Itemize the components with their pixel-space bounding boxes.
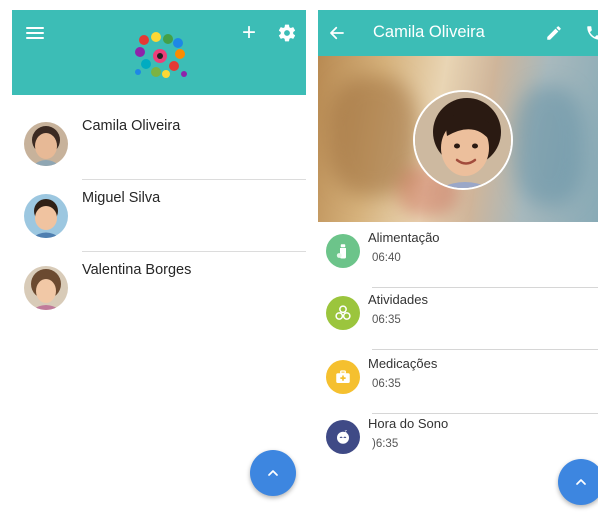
phone-icon[interactable]	[584, 23, 598, 43]
blocks-icon	[326, 296, 360, 330]
event-item[interactable]: Atividades 06:35	[318, 288, 598, 350]
contact-name: Valentina Borges	[82, 262, 192, 278]
add-icon[interactable]: +	[238, 21, 260, 45]
chevron-up-icon	[268, 470, 278, 476]
event-title: Medicações	[368, 356, 438, 371]
medkit-icon	[326, 360, 360, 394]
event-item[interactable]: Alimentação 06:40	[318, 226, 598, 288]
page-title: Camila Oliveira	[373, 23, 485, 41]
sleep-icon: z	[326, 420, 360, 454]
app-bar: Camila Oliveira	[318, 10, 598, 56]
chevron-up-icon	[576, 479, 586, 485]
event-title: Atividades	[368, 292, 428, 307]
contact-name: Miguel Silva	[82, 190, 161, 206]
gear-icon[interactable]	[276, 22, 298, 44]
event-title: Hora do Sono	[368, 416, 449, 431]
food-icon	[326, 234, 360, 268]
kids-logo	[130, 30, 190, 82]
profile-header-photo	[318, 56, 598, 222]
menu-icon[interactable]	[24, 24, 46, 42]
event-title: Alimentação	[368, 230, 440, 245]
contact-item[interactable]: Miguel Silva	[12, 180, 306, 252]
scroll-up-button[interactable]	[250, 450, 296, 496]
divider	[372, 349, 598, 350]
pencil-icon[interactable]	[544, 23, 564, 43]
event-time: 06:35	[372, 378, 401, 390]
app-bar: +	[12, 10, 306, 95]
child-detail-screen: Camila Oliveira Alimentação 06:40 Ativid…	[318, 0, 598, 512]
event-time: )6:35	[372, 438, 399, 450]
avatar	[24, 122, 68, 166]
contact-name: Camila Oliveira	[82, 118, 181, 134]
event-item[interactable]: z Hora do Sono )6:35	[318, 412, 598, 474]
event-item[interactable]: Medicações 06:35	[318, 352, 598, 414]
avatar	[24, 266, 68, 310]
contact-item[interactable]: Valentina Borges	[12, 252, 306, 324]
event-time: 06:40	[372, 252, 401, 264]
profile-avatar	[413, 90, 513, 190]
contact-item[interactable]: Camila Oliveira	[12, 108, 306, 180]
event-time: 06:35	[372, 314, 401, 326]
scroll-up-button[interactable]	[558, 459, 598, 505]
contacts-screen: + Camila Oliveira Miguel Silva Valentina…	[12, 0, 306, 512]
arrow-back-icon[interactable]	[326, 23, 348, 43]
avatar	[24, 194, 68, 238]
